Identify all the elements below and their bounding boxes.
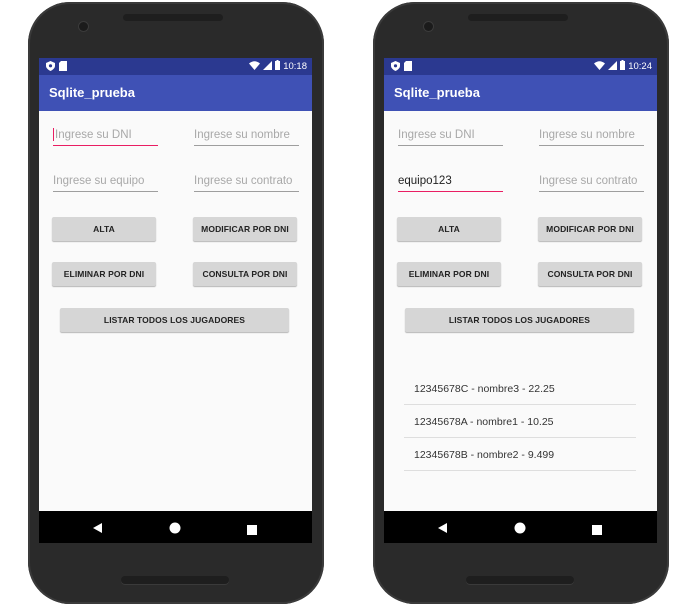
equipo-input[interactable]: equipo123 <box>398 171 503 192</box>
status-bar: 10:18 <box>39 58 312 75</box>
navigation-bar <box>384 511 657 543</box>
bottom-speaker <box>466 576 574 584</box>
battery-icon <box>620 60 626 73</box>
contrato-input[interactable]: Ingrese su contrato <box>194 171 299 192</box>
alta-button[interactable]: ALTA <box>52 217 156 241</box>
contrato-placeholder: Ingrese su contrato <box>539 175 638 187</box>
recents-icon[interactable] <box>592 522 602 540</box>
alta-button[interactable]: ALTA <box>397 217 501 241</box>
sd-card-icon <box>59 61 67 74</box>
listar-button[interactable]: LISTAR TODOS LOS JUGADORES <box>60 308 289 332</box>
form-content: Ingrese su DNI Ingrese su nombre equipo1… <box>384 111 657 505</box>
home-icon[interactable] <box>169 521 181 539</box>
wifi-icon <box>249 60 261 73</box>
eliminar-button[interactable]: ELIMINAR POR DNI <box>397 262 501 286</box>
navigation-bar <box>39 511 312 543</box>
battery-icon <box>275 60 281 73</box>
app-title: Sqlite_prueba <box>49 85 135 100</box>
equipo-value: equipo123 <box>398 175 452 187</box>
modificar-button[interactable]: MODIFICAR POR DNI <box>193 217 297 241</box>
form-content: Ingrese su DNI Ingrese su nombre Ingrese… <box>39 111 312 505</box>
signal-icon <box>608 60 618 73</box>
home-icon[interactable] <box>514 521 526 539</box>
signal-icon <box>263 60 273 73</box>
earpiece-speaker <box>468 14 568 21</box>
phone-left: 10:18 Sqlite_prueba Ingrese su DNI Ingre… <box>28 2 324 604</box>
app-title: Sqlite_prueba <box>394 85 480 100</box>
text-caret <box>53 128 54 142</box>
dni-input[interactable]: Ingrese su DNI <box>53 125 158 146</box>
equipo-input[interactable]: Ingrese su equipo <box>53 171 158 192</box>
back-icon[interactable] <box>437 521 448 539</box>
app-toolbar: Sqlite_prueba <box>384 75 657 111</box>
app-toolbar: Sqlite_prueba <box>39 75 312 111</box>
recents-icon[interactable] <box>247 522 257 540</box>
eliminar-button[interactable]: ELIMINAR POR DNI <box>52 262 156 286</box>
contrato-placeholder: Ingrese su contrato <box>194 175 293 187</box>
list-item[interactable]: 12345678B - nombre2 - 9.499 <box>404 439 636 471</box>
status-bar: 10:24 <box>384 58 657 75</box>
status-time: 10:18 <box>283 61 307 72</box>
listar-button[interactable]: LISTAR TODOS LOS JUGADORES <box>405 308 634 332</box>
phone-right: 10:24 Sqlite_prueba Ingrese su DNI Ingre… <box>373 2 669 604</box>
back-icon[interactable] <box>92 521 103 539</box>
equipo-placeholder: Ingrese su equipo <box>53 175 145 187</box>
list-item[interactable]: 12345678C - nombre3 - 22.25 <box>404 373 636 405</box>
earpiece-speaker <box>123 14 223 21</box>
wifi-icon <box>594 60 606 73</box>
bottom-speaker <box>121 576 229 584</box>
front-camera <box>424 22 433 31</box>
modificar-button[interactable]: MODIFICAR POR DNI <box>538 217 642 241</box>
consulta-button[interactable]: CONSULTA POR DNI <box>538 262 642 286</box>
front-camera <box>79 22 88 31</box>
consulta-button[interactable]: CONSULTA POR DNI <box>193 262 297 286</box>
nombre-placeholder: Ingrese su nombre <box>539 129 635 141</box>
dni-placeholder: Ingrese su DNI <box>55 129 132 141</box>
status-time: 10:24 <box>628 61 652 72</box>
list-item[interactable]: 12345678A - nombre1 - 10.25 <box>404 406 636 438</box>
dni-placeholder: Ingrese su DNI <box>398 129 475 141</box>
shield-icon <box>391 61 400 74</box>
screen: 10:18 Sqlite_prueba Ingrese su DNI Ingre… <box>39 58 312 543</box>
shield-icon <box>46 61 55 74</box>
contrato-input[interactable]: Ingrese su contrato <box>539 171 644 192</box>
nombre-input[interactable]: Ingrese su nombre <box>194 125 299 146</box>
dni-input[interactable]: Ingrese su DNI <box>398 125 503 146</box>
sd-card-icon <box>404 61 412 74</box>
screen: 10:24 Sqlite_prueba Ingrese su DNI Ingre… <box>384 58 657 543</box>
nombre-placeholder: Ingrese su nombre <box>194 129 290 141</box>
nombre-input[interactable]: Ingrese su nombre <box>539 125 644 146</box>
